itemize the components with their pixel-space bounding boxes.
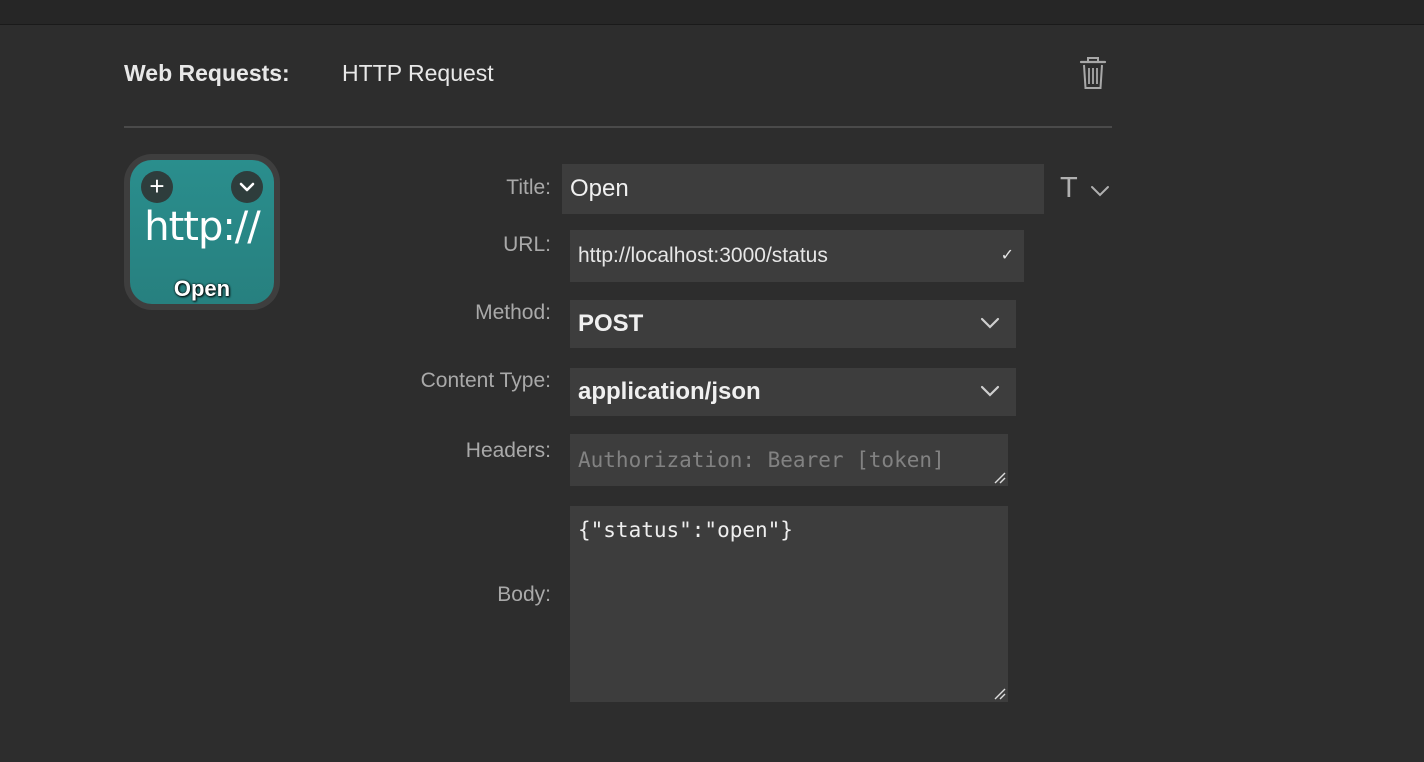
content-type-value: application/json xyxy=(578,378,761,405)
url-label: URL: xyxy=(503,233,551,256)
trash-icon[interactable] xyxy=(1078,56,1108,90)
plus-icon[interactable]: + xyxy=(141,171,173,203)
text-style-icon: T xyxy=(1060,172,1078,204)
content-type-select[interactable]: application/json xyxy=(570,368,1016,416)
action-name: HTTP Request xyxy=(342,60,494,86)
action-header: Web Requests: HTTP Request xyxy=(124,56,1112,92)
headers-label: Headers: xyxy=(465,439,551,462)
resize-handle-icon[interactable] xyxy=(994,688,1006,700)
body-textarea[interactable]: {"status":"open"} xyxy=(570,506,1008,702)
chevron-down-icon xyxy=(980,317,1000,329)
headers-textarea[interactable]: Authorization: Bearer [token] xyxy=(570,434,1008,486)
title-input[interactable]: Open xyxy=(562,164,1044,214)
method-value: POST xyxy=(578,310,644,337)
resize-handle-icon[interactable] xyxy=(994,472,1006,484)
key-preview[interactable]: + http:// Open xyxy=(124,154,280,310)
key-label: Open xyxy=(173,276,231,301)
method-label: Method: xyxy=(475,301,551,324)
content-type-label: Content Type: xyxy=(420,369,551,392)
body-value: {"status":"open"} xyxy=(578,518,793,542)
chevron-down-icon xyxy=(1091,186,1109,197)
plugin-category: Web Requests: xyxy=(124,60,290,86)
chevron-down-icon xyxy=(980,385,1000,397)
header-divider xyxy=(124,126,1112,128)
chevron-down-icon[interactable] xyxy=(231,171,263,203)
body-label: Body: xyxy=(497,583,551,606)
checkmark-icon: ✓ xyxy=(1000,247,1014,264)
key-glyph: http:// xyxy=(144,204,261,250)
url-input[interactable]: http://localhost:3000/status ✓ xyxy=(570,230,1024,282)
headers-placeholder: Authorization: Bearer [token] xyxy=(578,448,945,472)
title-label: Title: xyxy=(506,176,551,199)
text-style-button[interactable]: T xyxy=(1060,172,1114,208)
key-image: + http:// Open xyxy=(130,160,274,304)
top-bar xyxy=(0,0,1424,25)
url-value: http://localhost:3000/status xyxy=(578,244,828,267)
method-select[interactable]: POST xyxy=(570,300,1016,348)
